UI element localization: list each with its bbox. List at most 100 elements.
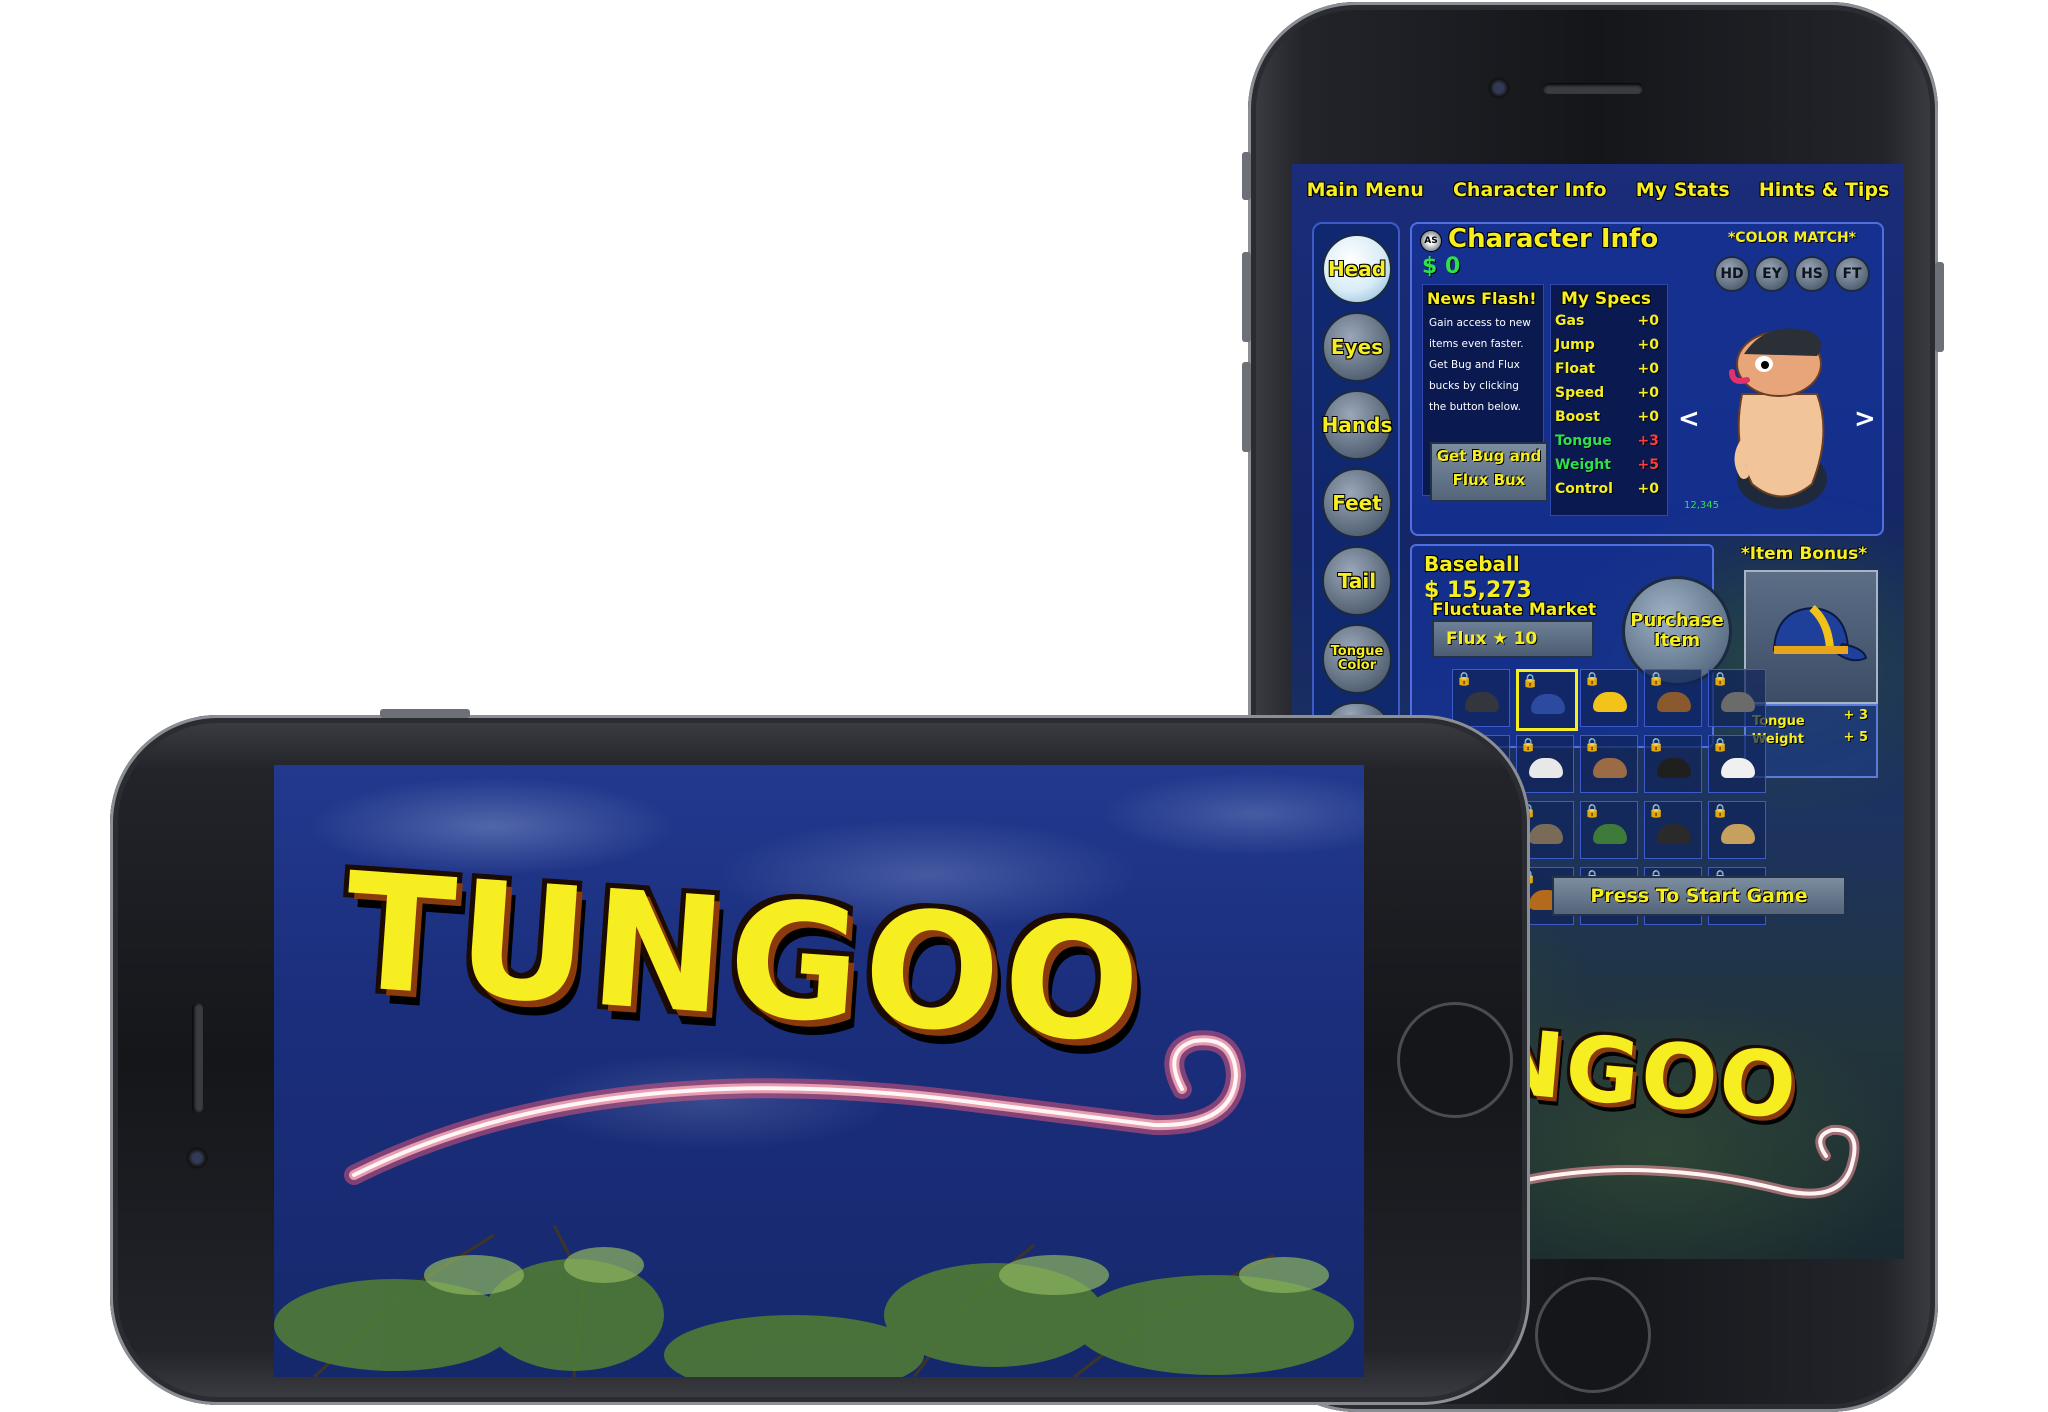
start-game-button[interactable]: Press To Start Game xyxy=(1552,876,1846,916)
item-grid-cell[interactable]: 🔒 xyxy=(1580,735,1638,793)
panel-title: Character Info xyxy=(1448,224,1659,254)
hat-icon xyxy=(1657,692,1691,712)
spec-row: Gas +0 xyxy=(1555,313,1661,334)
flux-price-box: Flux ★ 10 xyxy=(1432,620,1594,658)
balance: $ 0 xyxy=(1422,254,1461,279)
landscape-power-button xyxy=(380,709,470,718)
hat-icon xyxy=(1721,824,1755,844)
category-tongue-color-button[interactable]: Tongue Color xyxy=(1322,624,1392,694)
bonus-value-1: + 3 xyxy=(1843,708,1868,723)
lock-icon: 🔒 xyxy=(1520,738,1537,753)
item-grid-cell[interactable]: 🔒 xyxy=(1452,669,1510,727)
power-button xyxy=(1935,262,1944,352)
spec-row: Weight +5 xyxy=(1555,457,1661,478)
spec-name: Tongue xyxy=(1555,433,1612,449)
spec-value: +0 xyxy=(1637,361,1659,377)
hat-icon xyxy=(1657,824,1691,844)
spec-value: +0 xyxy=(1637,313,1659,329)
spec-name: Weight xyxy=(1555,457,1611,473)
hat-icon xyxy=(1657,758,1691,778)
next-character-arrow-icon[interactable]: > xyxy=(1854,404,1876,434)
hat-icon xyxy=(1721,692,1755,712)
spec-row: Float +0 xyxy=(1555,361,1661,382)
bonus-value-2: + 5 xyxy=(1843,730,1868,745)
lock-icon: 🔒 xyxy=(1712,672,1729,687)
category-head-button[interactable]: Head xyxy=(1322,234,1392,304)
item-grid-cell[interactable]: 🔒 xyxy=(1708,669,1766,727)
item-grid-cell[interactable]: 🔒 xyxy=(1644,735,1702,793)
lock-icon: 🔒 xyxy=(1648,804,1665,819)
my-specs-box: My Specs Gas +0 Jump +0 Float +0 Speed +0 Boost +… xyxy=(1550,284,1668,516)
news-title: News Flash! xyxy=(1427,289,1537,308)
category-feet-button[interactable]: Feet xyxy=(1322,468,1392,538)
home-button xyxy=(1538,1280,1648,1390)
item-grid-cell[interactable]: 🔒 xyxy=(1516,735,1574,793)
lock-icon: 🔒 xyxy=(1522,674,1539,689)
spec-row: Boost +0 xyxy=(1555,409,1661,430)
tree-canopy-icon xyxy=(274,1224,1354,1377)
hat-icon xyxy=(1593,824,1627,844)
spec-name: Jump xyxy=(1555,337,1595,353)
item-grid-cell[interactable]: 🔒 xyxy=(1644,801,1702,859)
spec-row: Jump +0 xyxy=(1555,337,1661,358)
lock-icon: 🔒 xyxy=(1584,738,1601,753)
spec-name: Control xyxy=(1555,481,1613,497)
get-bug-flux-button[interactable]: Get Bug and Flux Bux xyxy=(1430,442,1548,502)
spec-value: +0 xyxy=(1637,385,1659,401)
mute-switch xyxy=(1242,152,1251,200)
spec-value: +0 xyxy=(1637,481,1659,497)
landscape-home-button xyxy=(1400,1005,1510,1115)
category-tail-button[interactable]: Tail xyxy=(1322,546,1392,616)
item-grid-cell[interactable]: 🔒 xyxy=(1516,669,1578,731)
lock-icon: 🔒 xyxy=(1712,738,1729,753)
nav-my-stats[interactable]: My Stats xyxy=(1636,179,1730,201)
volume-down-button xyxy=(1242,362,1251,452)
item-name: Baseball xyxy=(1424,552,1520,576)
landscape-phone: TUNGOO xyxy=(110,709,1530,1405)
spec-name: Gas xyxy=(1555,313,1585,329)
coin-icon: AS xyxy=(1420,230,1442,252)
category-eyes-button[interactable]: Eyes xyxy=(1322,312,1392,382)
item-grid-cell[interactable]: 🔒 xyxy=(1708,735,1766,793)
item-grid-cell[interactable]: 🔒 xyxy=(1708,801,1766,859)
prev-character-arrow-icon[interactable]: < xyxy=(1678,404,1700,434)
lock-icon: 🔒 xyxy=(1712,804,1729,819)
landscape-front-camera xyxy=(186,1147,208,1169)
character-preview: < > xyxy=(1672,284,1877,524)
lock-icon: 🔒 xyxy=(1584,804,1601,819)
nav-hints-tips[interactable]: Hints & Tips xyxy=(1759,179,1890,201)
item-grid-cell[interactable]: 🔒 xyxy=(1644,669,1702,727)
color-match-label: *COLOR MATCH* xyxy=(1727,230,1857,246)
hat-icon xyxy=(1465,692,1499,712)
item-grid-cell[interactable]: 🔒 xyxy=(1580,801,1638,859)
spec-name: Boost xyxy=(1555,409,1600,425)
news-text: Gain access to new items even faster. Ge… xyxy=(1429,317,1531,413)
spec-value: +0 xyxy=(1637,409,1659,425)
hat-icon xyxy=(1529,824,1563,844)
character-counter: 12,345 xyxy=(1684,500,1719,511)
frog-character-icon xyxy=(1729,328,1827,509)
spec-row: Tongue +3 xyxy=(1555,433,1661,454)
earpiece-speaker xyxy=(1543,83,1643,94)
spec-value: +3 xyxy=(1637,433,1659,449)
category-hands-button[interactable]: Hands xyxy=(1322,390,1392,460)
item-bonus-title: *Item Bonus* xyxy=(1740,544,1868,564)
fluctuate-market-label: Fluctuate Market xyxy=(1432,600,1597,620)
lock-icon: 🔒 xyxy=(1584,672,1601,687)
item-grid-cell[interactable]: 🔒 xyxy=(1580,669,1638,727)
front-camera xyxy=(1488,77,1510,99)
hat-icon xyxy=(1593,758,1627,778)
volume-up-button xyxy=(1242,252,1251,342)
landscape-screen: TUNGOO xyxy=(274,765,1364,1377)
specs-title: My Specs xyxy=(1561,289,1652,309)
spec-value: +5 xyxy=(1637,457,1659,473)
hat-icon xyxy=(1721,758,1755,778)
nav-main-menu[interactable]: Main Menu xyxy=(1307,179,1424,201)
nav-character-info[interactable]: Character Info xyxy=(1453,179,1607,201)
lock-icon: 🔒 xyxy=(1456,672,1473,687)
lock-icon: 🔒 xyxy=(1648,672,1665,687)
hat-icon xyxy=(1529,758,1563,778)
top-nav: Main Menu Character Info My Stats Hints … xyxy=(1292,172,1904,208)
spec-value: +0 xyxy=(1637,337,1659,353)
hat-icon xyxy=(1531,694,1565,714)
